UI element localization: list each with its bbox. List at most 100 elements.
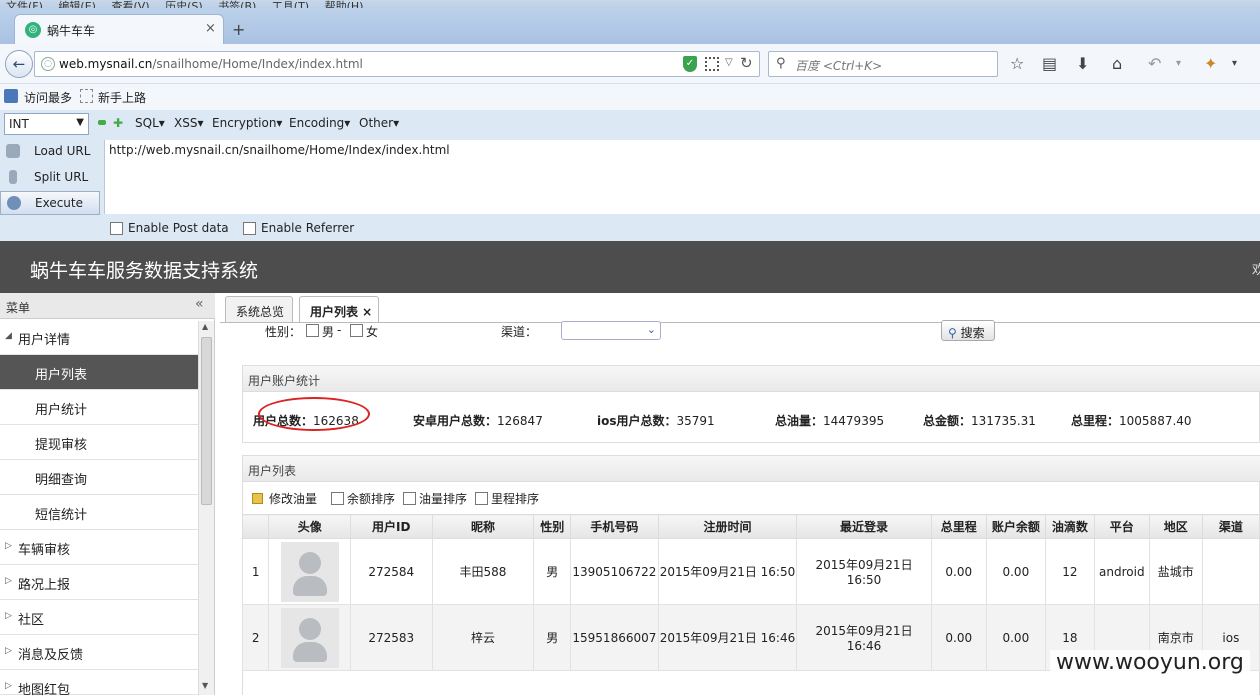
sidebar-item-withdraw-review[interactable]: 提现审核 <box>0 425 198 460</box>
hackbar-menu-xss[interactable]: XSS▾ <box>174 116 203 130</box>
extension-dropdown-icon[interactable]: ▾ <box>1232 58 1237 69</box>
col-header-register-time[interactable]: 注册时间 <box>657 514 798 539</box>
hackbar-menu-sql[interactable]: SQL▾ <box>135 116 165 130</box>
load-url-button[interactable]: Load URL <box>0 140 100 164</box>
enable-referrer-checkbox[interactable] <box>243 222 256 235</box>
address-url[interactable]: web.mysnail.cn/snailhome/Home/Index/inde… <box>59 57 363 71</box>
sidebar-item-label: 提现审核 <box>35 438 88 453</box>
user-table: 头像 用户ID 昵称 性别 手机号码 注册时间 最近登录 总里程 账户余额 油滴… <box>241 514 1260 671</box>
col-header-channel[interactable]: 渠道 <box>1201 514 1260 539</box>
enable-post-label: Enable Post data <box>128 221 229 235</box>
minus-icon[interactable] <box>98 120 106 125</box>
hackbar-menu-encryption[interactable]: Encryption▾ <box>212 116 282 130</box>
qr-code-icon[interactable] <box>705 57 719 71</box>
sidebar-item-label: 地图红包 <box>18 683 71 698</box>
sidebar-item-map-redpacket[interactable]: ▷ 地图红包 <box>0 670 198 698</box>
browser-tab[interactable]: ◎ 蜗牛车车 × <box>14 14 224 44</box>
user-list-panel-title: 用户列表 <box>243 456 1260 482</box>
menu-edit[interactable]: 编辑(E) <box>58 0 96 8</box>
scroll-down-icon[interactable]: ▼ <box>202 681 208 690</box>
sidebar-item-label: 用户统计 <box>35 403 88 418</box>
home-icon[interactable]: ⌂ <box>1112 54 1122 73</box>
sort-mileage-label: 里程排序 <box>491 492 540 506</box>
shield-icon[interactable]: ✓ <box>683 56 697 72</box>
menu-file[interactable]: 文件(F) <box>6 0 43 8</box>
plus-icon[interactable]: ✚ <box>113 116 123 130</box>
col-header-nickname[interactable]: 昵称 <box>431 514 535 539</box>
menu-bookmarks[interactable]: 书签(B) <box>218 0 256 8</box>
enable-post-checkbox[interactable] <box>110 222 123 235</box>
col-header-balance[interactable]: 账户余额 <box>985 514 1046 539</box>
col-header-phone[interactable]: 手机号码 <box>570 514 659 539</box>
sidebar-item-user-stats[interactable]: 用户统计 <box>0 390 198 425</box>
bookmarks-bar: 访问最多 新手上路 <box>0 84 1260 110</box>
search-box[interactable]: ⚲ 百度 <Ctrl+K> <box>768 51 998 77</box>
sidebar-item-community[interactable]: ▷ 社区 <box>0 600 198 635</box>
col-header-region[interactable]: 地区 <box>1148 514 1203 539</box>
hackbar-menu-other[interactable]: Other▾ <box>359 116 399 130</box>
table-row[interactable]: 1 272584 丰田588 男 13905106722 2015年09月21日… <box>241 538 1260 605</box>
menu-view[interactable]: 查看(V) <box>111 0 149 8</box>
sort-oil-checkbox[interactable] <box>403 492 416 505</box>
edit-oil-button[interactable]: 修改油量 <box>269 490 317 507</box>
split-url-button[interactable]: Split URL <box>0 166 100 190</box>
collapse-sidebar-icon[interactable]: « <box>195 296 204 312</box>
history-dropdown-icon[interactable]: ▽ <box>725 57 733 68</box>
new-tab-icon[interactable]: + <box>232 20 245 39</box>
download-icon[interactable]: ⬇ <box>1076 54 1089 73</box>
back-arrow-icon[interactable]: ← <box>5 50 33 78</box>
sort-balance-checkbox[interactable] <box>331 492 344 505</box>
scroll-thumb[interactable] <box>201 337 212 505</box>
sidebar-item-detail-query[interactable]: 明细查询 <box>0 460 198 495</box>
hackbar-url-textarea[interactable]: http://web.mysnail.cn/snailhome/Home/Ind… <box>104 140 1260 214</box>
col-header-avatar[interactable]: 头像 <box>268 514 351 539</box>
hackbar-type-select[interactable]: INT ▼ <box>4 113 89 135</box>
app-title: 蜗牛车车服务数据支持系统 <box>30 260 259 282</box>
sidebar-item-vehicle-review[interactable]: ▷ 车辆审核 <box>0 530 198 565</box>
triangle-down-icon: ◢ <box>5 331 12 341</box>
sidebar-item-messages[interactable]: ▷ 消息及反馈 <box>0 635 198 670</box>
sidebar-item-sms-stats[interactable]: 短信统计 <box>0 495 198 530</box>
address-bar[interactable]: ◌ web.mysnail.cn/snailhome/Home/Index/in… <box>34 51 760 77</box>
tab-overview[interactable]: 系统总览 <box>225 296 293 323</box>
female-checkbox[interactable] <box>350 324 363 337</box>
star-bookmark-icon[interactable]: ☆ <box>1010 54 1024 73</box>
channel-select[interactable]: ⌄ <box>561 321 661 340</box>
close-tab-icon[interactable]: × <box>205 21 216 36</box>
triangle-right-icon: ▷ <box>5 576 12 586</box>
bookmark-most-visited[interactable]: 访问最多 <box>24 89 72 106</box>
col-header-gender[interactable]: 性别 <box>533 514 572 539</box>
sidebar-item-user-list[interactable]: 用户列表 <box>0 355 198 390</box>
sidebar-item-label: 车辆审核 <box>18 543 71 558</box>
browser-menubar: 文件(F) 编辑(E) 查看(V) 历史(S) 书签(B) 工具(T) 帮助(H… <box>0 0 1260 8</box>
chevron-down-icon: ⌄ <box>646 323 656 336</box>
col-header-user-id[interactable]: 用户ID <box>350 514 433 539</box>
scroll-up-icon[interactable]: ▲ <box>202 322 208 331</box>
browser-navbar: ← ◌ web.mysnail.cn/snailhome/Home/Index/… <box>0 44 1260 84</box>
sort-mileage-checkbox[interactable] <box>475 492 488 505</box>
tab-user-list[interactable]: 用户列表 × <box>299 296 379 323</box>
menu-tools[interactable]: 工具(T) <box>272 0 309 8</box>
menu-history[interactable]: 历史(S) <box>165 0 203 8</box>
col-header-mileage[interactable]: 总里程 <box>930 514 987 539</box>
app-header: 蜗牛车车服务数据支持系统 欢 <box>0 241 1260 293</box>
menu-help[interactable]: 帮助(H) <box>325 0 364 8</box>
hackbar-panel: INT ▼ ✚ SQL▾ XSS▾ Encryption▾ Encoding▾ … <box>0 110 1260 241</box>
reload-icon[interactable]: ↻ <box>740 54 753 72</box>
col-header-platform[interactable]: 平台 <box>1093 514 1150 539</box>
undo-icon[interactable]: ↶ <box>1148 54 1161 73</box>
search-button[interactable]: ⚲ 搜索 <box>941 320 995 341</box>
execute-button[interactable]: Execute <box>0 191 100 215</box>
bookmark-getting-started[interactable]: 新手上路 <box>98 89 146 106</box>
col-header-drops[interactable]: 油滴数 <box>1044 514 1095 539</box>
hackbar-menu-encoding[interactable]: Encoding▾ <box>289 116 350 130</box>
col-header-last-login[interactable]: 最近登录 <box>796 514 932 539</box>
male-checkbox[interactable] <box>306 324 319 337</box>
undo-dropdown-icon[interactable]: ▾ <box>1176 58 1181 69</box>
watermark: www.wooyun.org <box>1050 650 1250 675</box>
extension-icon[interactable]: ✦ <box>1204 54 1217 73</box>
sidebar-item-user-detail[interactable]: ◢ 用户详情 <box>0 320 198 355</box>
sidebar-scrollbar[interactable]: ▲ ▼ <box>198 321 214 695</box>
reading-list-icon[interactable]: ▤ <box>1042 54 1057 73</box>
sidebar-item-traffic-report[interactable]: ▷ 路况上报 <box>0 565 198 600</box>
